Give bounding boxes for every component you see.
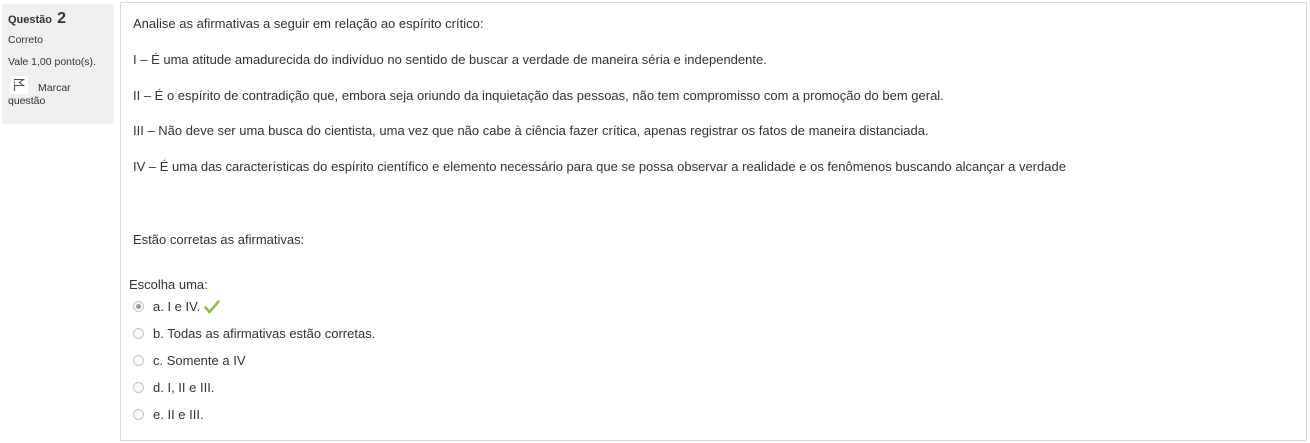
flag-label-line2[interactable]: questão [8, 94, 108, 108]
question-info-panel: Questão 2 Correto Vale 1,00 ponto(s). Ma… [2, 4, 114, 124]
flag-label-line1[interactable]: Marcar [38, 81, 71, 95]
radio-option-d[interactable] [133, 382, 144, 393]
option-c[interactable]: c. Somente a IV [133, 353, 375, 380]
flag-question-button[interactable]: Marcar questão [8, 76, 108, 108]
check-icon [204, 300, 221, 317]
option-a-label[interactable]: a. I e IV. [153, 299, 200, 314]
quiz-page: Questão 2 Correto Vale 1,00 ponto(s). Ma… [0, 0, 1310, 443]
radio-option-e[interactable] [133, 409, 144, 420]
option-d-label[interactable]: d. I, II e III. [153, 380, 214, 395]
question-grade: Vale 1,00 ponto(s). [8, 56, 96, 68]
statement-2: II – É o espírito de contradição que, em… [133, 88, 944, 103]
question-ask: Estão corretas as afirmativas: [133, 232, 305, 247]
radio-option-b[interactable] [133, 328, 144, 339]
statement-1: I – É uma atitude amadurecida do indivíd… [133, 52, 767, 67]
question-state: Correto [8, 34, 44, 46]
option-e-label[interactable]: e. II e III. [153, 407, 204, 422]
question-content: Analise as afirmativas a seguir em relaç… [120, 2, 1307, 441]
option-c-label[interactable]: c. Somente a IV [153, 353, 246, 368]
option-e[interactable]: e. II e III. [133, 407, 375, 434]
option-a[interactable]: a. I e IV. [133, 299, 375, 326]
radio-option-a[interactable] [133, 301, 144, 312]
choose-prompt: Escolha uma: [129, 277, 208, 292]
option-b[interactable]: b. Todas as afirmativas estão corretas. [133, 326, 375, 353]
flag-icon[interactable] [10, 76, 28, 94]
answer-options: a. I e IV. b. Todas as afirmativas estão… [133, 299, 375, 434]
question-number-value: 2 [57, 10, 66, 27]
statement-4: IV – É uma das características do espíri… [133, 159, 1066, 174]
option-b-label[interactable]: b. Todas as afirmativas estão corretas. [153, 326, 375, 341]
radio-option-c[interactable] [133, 355, 144, 366]
option-d[interactable]: d. I, II e III. [133, 380, 375, 407]
question-number: Questão 2 [8, 10, 108, 28]
question-label: Questão [8, 14, 53, 26]
question-intro: Analise as afirmativas a seguir em relaç… [133, 16, 484, 31]
statement-3: III – Não deve ser uma busca do cientist… [133, 123, 929, 138]
